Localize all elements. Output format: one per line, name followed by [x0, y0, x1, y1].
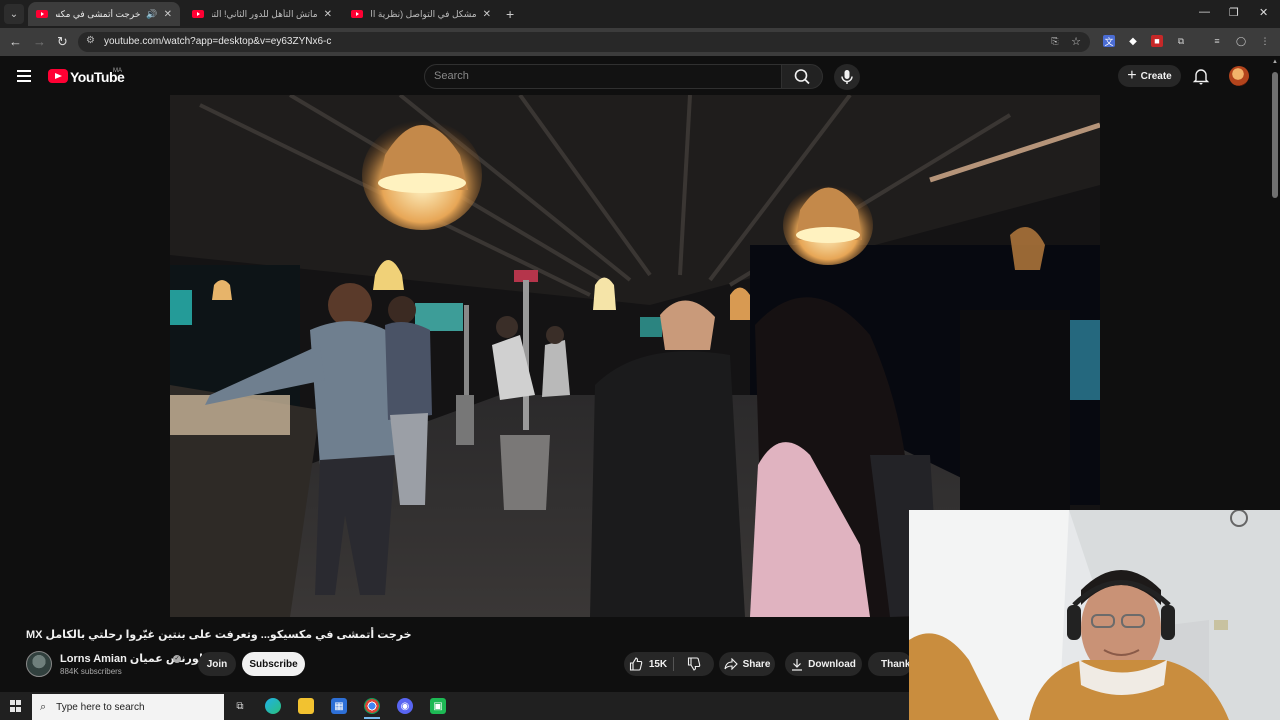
reload-icon[interactable]: ↻: [57, 34, 68, 50]
url-text[interactable]: youtube.com/watch?app=desktop&v=ey63ZYNx…: [104, 36, 331, 47]
webcam-overlay: [909, 510, 1280, 720]
join-button[interactable]: Join: [198, 652, 236, 676]
like-divider: [673, 657, 674, 671]
back-icon[interactable]: ←: [9, 34, 22, 49]
guide-menu-icon[interactable]: [17, 70, 31, 82]
create-label: Create: [1140, 70, 1172, 82]
dislike-button[interactable]: [680, 652, 708, 676]
search-input[interactable]: [424, 64, 782, 89]
youtube-logo-icon[interactable]: [48, 69, 68, 83]
webcam-frame: [909, 510, 1280, 720]
tab-close-icon[interactable]: ✕: [483, 9, 491, 20]
search-icon: [794, 69, 810, 85]
microsoft-store-icon[interactable]: ▦: [331, 698, 347, 714]
tab-title: مشكل في التواصل (نظرية البرازك...: [371, 8, 477, 19]
subscriber-count: 884K subscribers: [60, 667, 122, 676]
like-button[interactable]: 15K: [624, 652, 672, 676]
video-title: خرجت أتمشى في مكسيكو... وتعرفت على بنتين…: [26, 629, 412, 641]
youtube-favicon-icon: [351, 10, 363, 18]
chrome-menu-icon[interactable]: ⋮: [1259, 35, 1271, 47]
profile-icon[interactable]: ◯: [1235, 35, 1247, 47]
window-close-icon[interactable]: ✕: [1259, 6, 1268, 19]
tab-audio-icon[interactable]: 🔊: [146, 9, 157, 20]
tab-close-icon[interactable]: ✕: [164, 9, 172, 20]
chrome-taskbar-icon[interactable]: [364, 698, 380, 714]
taskbar-search-icon: ⌕: [40, 700, 47, 713]
scrollbar-thumb[interactable]: [1272, 72, 1278, 198]
taskbar-search-box[interactable]: ⌕ Type here to search: [32, 694, 224, 720]
restore-icon[interactable]: ❐: [1229, 6, 1239, 19]
search-placeholder: Search: [434, 70, 469, 82]
plus-icon: +: [1127, 67, 1137, 84]
translate-extension-icon[interactable]: 文: [1103, 35, 1115, 47]
tab-title: ماتش التأهل للدور الثاني! التشكيل: [212, 8, 318, 19]
windows-start-icon[interactable]: [10, 700, 22, 712]
install-app-icon[interactable]: ⎘: [1049, 35, 1061, 47]
bookmark-star-icon[interactable]: ☆: [1070, 35, 1082, 48]
download-icon: [792, 658, 803, 671]
thanks-button[interactable]: $ Thanks: [868, 652, 912, 676]
scroll-up-arrow-icon[interactable]: ▲: [1272, 59, 1278, 65]
site-info-icon[interactable]: ⚙: [86, 35, 95, 46]
account-avatar[interactable]: [1229, 66, 1249, 86]
download-label: Download: [808, 658, 856, 670]
share-icon: [724, 658, 738, 670]
tab-title: خرجت أتمشى في مكسيكو...: [56, 8, 141, 19]
youtube-favicon-icon: [192, 10, 204, 18]
like-count: 15K: [648, 658, 668, 670]
search-button[interactable]: [781, 64, 823, 89]
youtube-favicon-icon: [36, 10, 48, 18]
browser-tab[interactable]: ماتش التأهل للدور الثاني! التشكيل ✕: [184, 2, 340, 26]
taskbar-search-placeholder: Type here to search: [56, 701, 145, 713]
create-button[interactable]: + Create: [1118, 65, 1181, 87]
subscribe-button[interactable]: Subscribe: [242, 652, 305, 676]
active-app-indicator: [364, 717, 380, 719]
extensions-puzzle-icon[interactable]: ⧉: [1175, 35, 1187, 47]
adblock-extension-icon[interactable]: ■: [1151, 35, 1163, 47]
media-control-icon[interactable]: ≡: [1211, 35, 1223, 47]
microphone-icon: [841, 70, 853, 84]
minimize-icon[interactable]: —: [1199, 6, 1210, 18]
thumbs-down-icon: [687, 657, 701, 671]
edge-browser-icon[interactable]: [265, 698, 281, 714]
tab-search-button[interactable]: ⌄: [4, 4, 24, 24]
extension-icon[interactable]: ◆: [1127, 35, 1139, 47]
channel-name[interactable]: Lorns Amian لورنس عميان: [60, 652, 203, 665]
verified-badge-icon: ✓: [173, 655, 181, 663]
discord-icon[interactable]: ◉: [397, 698, 413, 714]
forward-icon[interactable]: →: [33, 34, 46, 49]
share-button[interactable]: Share: [719, 652, 775, 676]
file-explorer-icon[interactable]: [298, 698, 314, 714]
tab-close-icon[interactable]: ✕: [324, 9, 332, 20]
download-button[interactable]: Download: [785, 652, 862, 676]
app-taskbar-icon[interactable]: ▣: [430, 698, 446, 714]
share-label: Share: [742, 658, 771, 670]
browser-tab[interactable]: مشكل في التواصل (نظرية البرازك... ✕: [343, 2, 499, 26]
country-code: MA: [113, 68, 122, 74]
new-tab-icon[interactable]: +: [506, 6, 514, 22]
thumbs-up-icon: [629, 657, 643, 671]
voice-search-button[interactable]: [834, 64, 860, 90]
notifications-bell-icon[interactable]: [1192, 67, 1210, 90]
task-view-icon[interactable]: ⧉: [232, 698, 248, 714]
channel-avatar[interactable]: [26, 651, 52, 677]
browser-tab-active[interactable]: خرجت أتمشى في مكسيكو... 🔊 ✕: [28, 2, 180, 26]
thanks-label: Thanks: [881, 658, 912, 670]
